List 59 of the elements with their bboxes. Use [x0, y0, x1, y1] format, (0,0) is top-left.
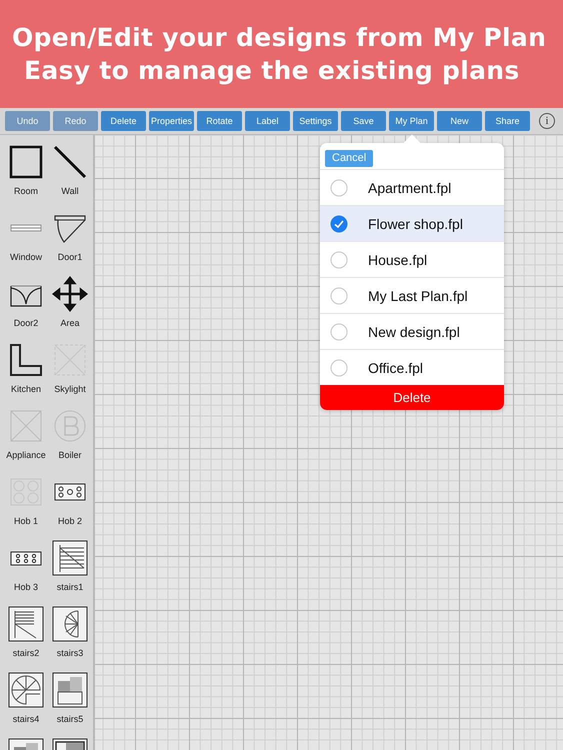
- tool-label: stairs5: [56, 714, 84, 724]
- toolbar-button[interactable]: Properties: [149, 111, 194, 131]
- tool-label: stairs2: [12, 648, 40, 658]
- headline: Easy to manage the existing plans: [23, 55, 521, 87]
- radio-icon[interactable]: [330, 250, 348, 268]
- file-row[interactable]: My Last Plan.fpl: [320, 277, 504, 313]
- room-icon[interactable]: [8, 144, 44, 180]
- file-name: Apartment.fpl: [368, 180, 452, 196]
- stairs-icon[interactable]: [52, 540, 88, 576]
- radio-icon[interactable]: [330, 322, 348, 340]
- file-row[interactable]: Apartment.fpl: [320, 169, 504, 205]
- delete-button[interactable]: Delete: [320, 385, 504, 410]
- toolbar-button[interactable]: Delete: [101, 111, 146, 131]
- tool-label: Door2: [14, 318, 38, 328]
- toolbar-button[interactable]: Save: [341, 111, 386, 131]
- stairs-icon[interactable]: [52, 672, 88, 708]
- tool-label: Hob 1: [14, 516, 38, 526]
- tool-label: stairs3: [56, 648, 84, 658]
- file-name: My Last Plan.fpl: [368, 288, 468, 304]
- tool-label: stairs4: [12, 714, 40, 724]
- tool-label: Window: [10, 252, 42, 262]
- wall-icon[interactable]: [52, 144, 88, 180]
- toolbar-button[interactable]: Settings: [293, 111, 338, 131]
- radio-icon[interactable]: [330, 286, 348, 304]
- info-button[interactable]: i: [539, 113, 555, 129]
- file-row[interactable]: Flower shop.fpl: [320, 205, 504, 241]
- toolbar-button[interactable]: Share: [485, 111, 530, 131]
- file-row[interactable]: House.fpl: [320, 241, 504, 277]
- tool-label: Kitchen: [10, 384, 42, 394]
- file-name: New design.fpl: [368, 324, 460, 340]
- toolbar-button[interactable]: Rotate: [197, 111, 242, 131]
- radio-icon[interactable]: [330, 178, 348, 196]
- area-icon[interactable]: [52, 276, 88, 312]
- stairs-icon[interactable]: [8, 606, 44, 642]
- headline: Open/Edit your designs from My Plan: [12, 22, 548, 54]
- radio-icon[interactable]: [330, 358, 348, 376]
- stairs-icon[interactable]: [52, 606, 88, 642]
- cancel-button[interactable]: Cancel: [325, 150, 374, 166]
- toolbar-button[interactable]: Label: [245, 111, 290, 131]
- tool-label: Boiler: [58, 450, 82, 460]
- toolbar-button[interactable]: My Plan: [389, 111, 434, 131]
- tool-label: Hob 2: [58, 516, 82, 526]
- stairs-icon[interactable]: [8, 672, 44, 708]
- toolbar-button[interactable]: New: [437, 111, 482, 131]
- tool-label: Door1: [58, 252, 82, 262]
- tool-label: stairs1: [56, 582, 84, 592]
- file-name: Flower shop.fpl: [368, 216, 463, 232]
- checkmark-icon[interactable]: [330, 214, 348, 232]
- tool-label: Hob 3: [14, 582, 38, 592]
- file-name: Office.fpl: [368, 360, 423, 376]
- tool-label: Area: [60, 318, 80, 328]
- kitchen-icon[interactable]: [8, 342, 44, 378]
- file-row[interactable]: New design.fpl: [320, 313, 504, 349]
- tool-label: Skylight: [54, 384, 86, 394]
- file-row[interactable]: Office.fpl: [320, 349, 504, 385]
- file-name: House.fpl: [368, 252, 428, 268]
- tool-label: Room: [14, 186, 38, 196]
- tool-label: Appliance: [6, 450, 46, 460]
- tool-label: Wall: [61, 186, 79, 196]
